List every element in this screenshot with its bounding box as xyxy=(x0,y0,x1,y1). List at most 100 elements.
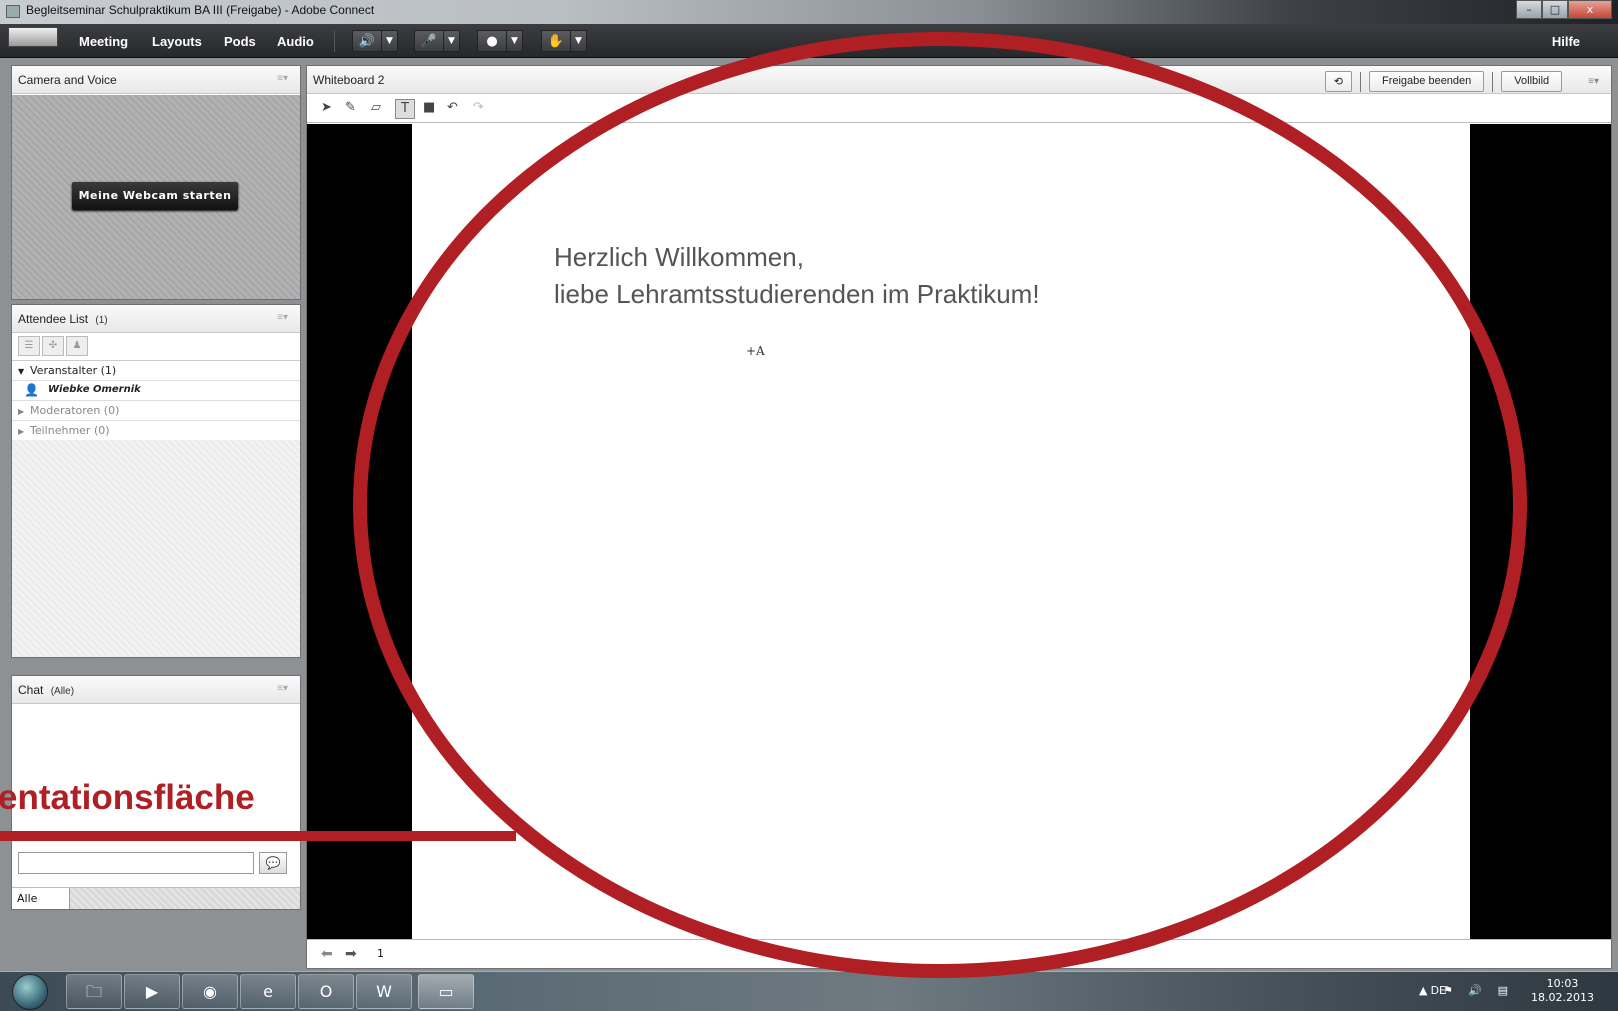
group-host[interactable]: ▼ Veranstalter (1) xyxy=(12,361,300,381)
host-user-icon: 👤 xyxy=(24,383,39,397)
list-view-icon[interactable]: ☰ xyxy=(18,336,40,356)
group-participants[interactable]: ▶ Teilnehmer (0) xyxy=(12,421,300,441)
whiteboard-stage[interactable]: Herzlich Willkommen, liebe Lehramtsstudi… xyxy=(307,124,1611,939)
menubar: Meeting Layouts Pods Audio 🔊 ▼ 🎤 ▼ ● ▼ ✋ ▼ H… xyxy=(0,24,1618,58)
menu-audio[interactable]: Audio xyxy=(277,34,314,49)
chat-send-button[interactable]: 💬 xyxy=(259,852,287,874)
pencil-icon[interactable]: ✎ xyxy=(345,100,356,115)
attendee-name: Wiebke Omernik xyxy=(48,384,141,395)
close-button[interactable]: x xyxy=(1568,0,1612,19)
window-titlebar: Begleitseminar Schulpraktikum BA III (Fr… xyxy=(0,0,1618,24)
fullscreen-button[interactable]: Vollbild xyxy=(1501,71,1563,92)
menu-layouts[interactable]: Layouts xyxy=(152,34,202,49)
maximize-button[interactable]: □ xyxy=(1542,0,1568,19)
redo-icon[interactable]: ↷ xyxy=(473,100,484,115)
separator xyxy=(1359,71,1361,92)
whiteboard-pod: Whiteboard 2 ⟲ Freigabe beenden Vollbild… xyxy=(306,65,1612,969)
pod-menu-icon[interactable]: ≡▾ xyxy=(277,73,288,84)
chat-recipient-tab[interactable]: Alle xyxy=(12,888,70,909)
group-moderators[interactable]: ▶ Moderatoren (0) xyxy=(12,401,300,421)
menu-pods[interactable]: Pods xyxy=(224,34,256,49)
chevron-down-icon[interactable]: ▼ xyxy=(381,31,397,51)
windows-taskbar: 🗀 ▶ ◉ e O W ▭ DE ▲ ⚑ 🔊 ▤ 10:03 18.02.201… xyxy=(0,971,1618,1011)
taskbar-media-player[interactable]: ▶ xyxy=(124,974,180,1009)
start-webcam-button[interactable]: Meine Webcam starten xyxy=(72,182,238,210)
attendee-count: (1) xyxy=(95,315,108,326)
menu-meeting[interactable]: Meeting xyxy=(79,34,128,49)
flag-icon[interactable]: ⚑ xyxy=(1443,984,1459,997)
page-number: 1 xyxy=(377,947,384,960)
adobe-connect-logo xyxy=(8,27,58,47)
pod-header: Attendee List (1) ≡▾ xyxy=(12,305,300,333)
raise-hand-icon: ✋ xyxy=(547,33,565,49)
word-icon: W xyxy=(376,982,392,1001)
volume-icon[interactable]: 🔊 xyxy=(1468,984,1488,997)
chevron-down-icon[interactable]: ▼ xyxy=(506,31,522,51)
slide-canvas[interactable]: Herzlich Willkommen, liebe Lehramtsstudi… xyxy=(412,124,1470,939)
pod-menu-icon[interactable]: ≡▾ xyxy=(1588,76,1599,87)
webcam-button[interactable]: ● ▼ xyxy=(477,30,523,52)
internet-explorer-icon: e xyxy=(263,982,273,1001)
expanded-icon: ▼ xyxy=(18,367,25,376)
microphone-button[interactable]: 🎤 ▼ xyxy=(414,30,460,52)
breakout-view-icon[interactable]: ✣ xyxy=(42,336,64,356)
chevron-down-icon[interactable]: ▼ xyxy=(443,31,459,51)
pod-title: Chat xyxy=(18,683,44,697)
taskbar-internet-explorer[interactable]: e xyxy=(240,974,296,1009)
menu-help[interactable]: Hilfe xyxy=(1552,34,1580,49)
group-label: Teilnehmer (0) xyxy=(30,424,110,437)
eraser-icon[interactable]: ▱ xyxy=(371,100,381,115)
chat-input[interactable] xyxy=(18,852,254,874)
adobe-connect-icon: ▭ xyxy=(438,982,454,1001)
group-label: Veranstalter (1) xyxy=(30,364,117,377)
separator xyxy=(1492,71,1494,92)
pod-header: Camera and Voice ≡▾ xyxy=(12,66,300,94)
shape-icon[interactable]: ■ xyxy=(423,100,435,115)
taskbar-adobe-connect[interactable]: ▭ xyxy=(418,974,474,1009)
chevron-down-icon[interactable]: ▼ xyxy=(570,31,586,51)
sync-button[interactable]: ⟲ xyxy=(1324,71,1352,92)
menu-separator xyxy=(334,30,335,52)
pod-menu-icon[interactable]: ≡▾ xyxy=(277,683,288,694)
clock[interactable]: 10:03 18.02.2013 xyxy=(1531,977,1594,1005)
pointer-icon[interactable]: ➤ xyxy=(321,100,332,115)
text-tool-icon[interactable]: T xyxy=(395,99,415,119)
stop-sharing-button[interactable]: Freigabe beenden xyxy=(1368,71,1485,92)
attendee-row[interactable]: 👤 Wiebke Omernik xyxy=(12,381,300,401)
pod-menu-icon[interactable]: ≡▾ xyxy=(277,312,288,323)
previous-page-icon[interactable]: ⬅ xyxy=(321,946,333,962)
show-hidden-icon[interactable]: ▲ xyxy=(1419,984,1433,997)
firefox-icon: ◉ xyxy=(203,982,217,1001)
pod-header: Whiteboard 2 ⟲ Freigabe beenden Vollbild… xyxy=(307,66,1611,94)
group-label: Moderatoren (0) xyxy=(30,404,120,417)
taskbar-word[interactable]: W xyxy=(356,974,412,1009)
network-icon[interactable]: ▤ xyxy=(1498,984,1514,997)
next-page-icon[interactable]: ➡ xyxy=(345,946,357,962)
webcam-area: Meine Webcam starten xyxy=(12,95,300,299)
whiteboard-footer: ⬅ ➡ 1 xyxy=(307,939,1611,968)
collapsed-icon: ▶ xyxy=(18,427,25,436)
taskbar-explorer[interactable]: 🗀 xyxy=(66,974,122,1009)
slide-heading-line1: Herzlich Willkommen, xyxy=(554,242,804,272)
raise-hand-button[interactable]: ✋ ▼ xyxy=(541,30,587,52)
whiteboard-toolbar: ➤ ✎ ▱ T ■ ↶ ↷ xyxy=(307,95,1611,123)
taskbar-outlook[interactable]: O xyxy=(298,974,354,1009)
undo-icon[interactable]: ↶ xyxy=(447,100,458,115)
clock-time: 10:03 xyxy=(1546,977,1579,990)
status-view-icon[interactable]: ♟ xyxy=(66,336,88,356)
start-button[interactable] xyxy=(12,974,48,1010)
desktop: Begleitseminar Schulpraktikum BA III (Fr… xyxy=(0,0,1618,1011)
collapsed-icon: ▶ xyxy=(18,407,25,416)
slide-heading-line2: liebe Lehramtsstudierenden im Praktikum! xyxy=(554,279,1040,309)
app-icon xyxy=(6,5,20,18)
attendee-view-toolbar: ☰ ✣ ♟ xyxy=(12,333,300,361)
sync-icon: ⟲ xyxy=(1333,76,1343,88)
speaker-button[interactable]: 🔊 ▼ xyxy=(352,30,398,52)
minimize-button[interactable]: – xyxy=(1516,0,1542,19)
taskbar-firefox[interactable]: ◉ xyxy=(182,974,238,1009)
speaker-icon: 🔊 xyxy=(358,33,376,49)
microphone-icon: 🎤 xyxy=(420,33,438,49)
media-player-icon: ▶ xyxy=(145,982,159,1001)
pod-title: Whiteboard 2 xyxy=(313,73,385,87)
chat-recipient-bar: Alle xyxy=(12,887,300,909)
